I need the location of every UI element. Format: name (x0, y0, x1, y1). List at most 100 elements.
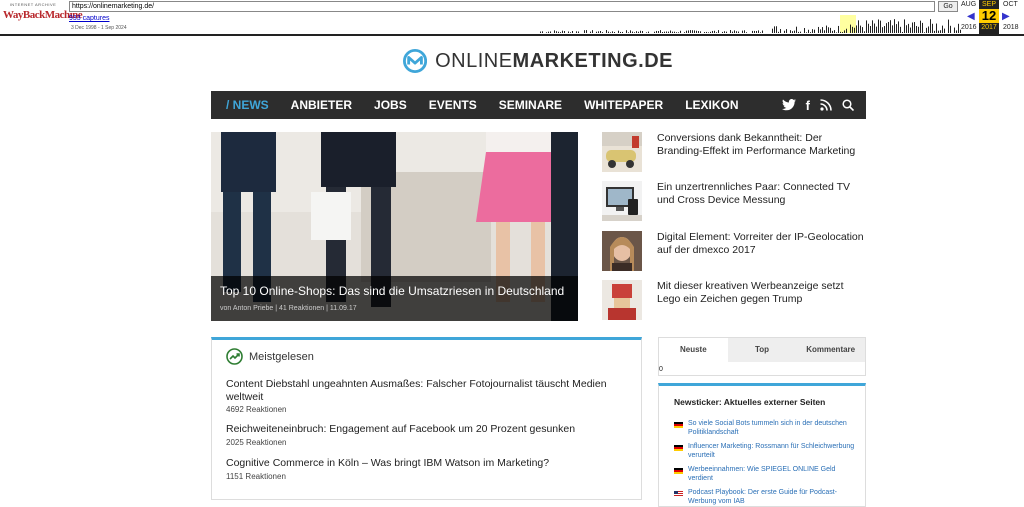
capture-bar (830, 27, 831, 33)
prev-year-label[interactable]: 2016 (961, 24, 977, 31)
capture-bar (798, 31, 799, 33)
tab-kommentare[interactable]: Kommentare (796, 338, 865, 362)
newsticker-link[interactable]: Werbeeinnahmen: Wie SPIEGEL ONLINE Geld … (688, 465, 859, 483)
hero-article[interactable]: Top 10 Online-Shops: Das sind die Umsatz… (211, 132, 578, 321)
nav-item-whitepaper[interactable]: WHITEPAPER (573, 91, 674, 119)
capture-bar (956, 30, 957, 33)
capture-bar (808, 29, 809, 33)
most-read-reactions: 4692 Reaktionen (226, 405, 287, 414)
nav-item-jobs[interactable]: JOBS (363, 91, 418, 119)
capture-bar (834, 30, 835, 33)
current-year: 2017 (981, 24, 997, 31)
capture-bar (550, 31, 551, 33)
prev-month-label[interactable]: AUG (961, 1, 976, 8)
capture-bar (910, 27, 911, 33)
newsticker-item[interactable]: So viele Social Bots tummeln sich in der… (674, 419, 859, 437)
side-article[interactable]: Ein unzertrennliches Paar: Connected TV … (602, 181, 866, 221)
newsticker-link[interactable]: So viele Social Bots tummeln sich in der… (688, 419, 859, 437)
most-read-title[interactable]: Cognitive Commerce in Köln – Was bringt … (226, 457, 631, 470)
capture-bar (608, 31, 609, 33)
prev-arrow-icon[interactable]: ◀ (967, 11, 975, 22)
capture-range: 3 Dec 1998 - 1 Sep 2024 (71, 25, 127, 31)
nav-item-lexikon[interactable]: LEXIKON (674, 91, 749, 119)
capture-bar (684, 32, 685, 33)
site-logo[interactable]: ONLINEMARKETING.DE (403, 44, 673, 78)
hero-title[interactable]: Top 10 Online-Shops: Das sind die Umsatz… (220, 284, 569, 299)
capture-bar (810, 32, 811, 33)
side-article-title[interactable]: Digital Element: Vorreiter der IP-Geoloc… (657, 231, 866, 271)
capture-bar (760, 32, 761, 33)
capture-bar (912, 22, 913, 33)
nav-item-news[interactable]: / NEWS (211, 91, 280, 119)
capture-sparkline[interactable] (540, 15, 962, 33)
tab-top[interactable]: Top (728, 338, 797, 362)
tab-neuste[interactable]: Neuste (659, 338, 728, 362)
capture-bar (776, 26, 777, 33)
capture-bar (774, 26, 775, 33)
next-arrow-icon[interactable]: ▶ (1002, 11, 1010, 22)
most-read-item[interactable]: Content Diebstahl ungeahnten Ausmaßes: F… (226, 378, 631, 414)
side-article-title[interactable]: Ein unzertrennliches Paar: Connected TV … (657, 181, 866, 221)
twitter-icon[interactable] (781, 99, 796, 111)
capture-bar (878, 19, 879, 33)
capture-bar (712, 30, 713, 33)
capture-bar (840, 31, 841, 33)
capture-bar (734, 30, 735, 33)
most-read-title[interactable]: Content Diebstahl ungeahnten Ausmaßes: F… (226, 378, 631, 403)
search-icon[interactable] (842, 99, 854, 111)
side-article-title[interactable]: Conversions dank Bekanntheit: Der Brandi… (657, 132, 866, 172)
nav-item-events[interactable]: EVENTS (418, 91, 488, 119)
side-article[interactable]: Conversions dank Bekanntheit: Der Brandi… (602, 132, 866, 172)
capture-bar (826, 25, 827, 33)
most-read-title[interactable]: Reichweiteneinbruch: Engagement auf Face… (226, 423, 631, 436)
capture-bar (752, 30, 753, 33)
nav-item-seminare[interactable]: SEMINARE (488, 91, 573, 119)
wayback-logo[interactable]: INTERNET ARCHIVE WayBackMachine (3, 2, 83, 30)
capture-bar (822, 27, 823, 33)
capture-bar (656, 30, 657, 33)
newsticker-item[interactable]: Influencer Marketing: Rossmann für Schle… (674, 442, 859, 460)
capture-bar (772, 28, 773, 33)
most-read-item[interactable]: Reichweiteneinbruch: Engagement auf Face… (226, 423, 631, 447)
capture-bar (602, 32, 603, 33)
most-read-item[interactable]: Cognitive Commerce in Köln – Was bringt … (226, 457, 631, 481)
capture-bar (824, 30, 825, 33)
tab-count: 0 (659, 366, 663, 373)
capture-bar (886, 23, 887, 33)
side-article-thumb (602, 280, 642, 320)
newsticker-item[interactable]: Werbeeinnahmen: Wie SPIEGEL ONLINE Geld … (674, 465, 859, 483)
side-article[interactable]: Digital Element: Vorreiter der IP-Geoloc… (602, 231, 866, 271)
facebook-icon[interactable]: f (806, 98, 810, 113)
newsticker-item[interactable]: Podcast Playbook: Der erste Guide für Po… (674, 488, 859, 506)
go-button[interactable]: Go (938, 1, 958, 12)
newsticker-link[interactable]: Podcast Playbook: Der erste Guide für Po… (688, 488, 859, 506)
nav-icons: f (781, 98, 866, 113)
capture-bar (842, 32, 843, 33)
german-flag-icon (674, 445, 683, 451)
capture-bar (570, 32, 571, 33)
most-read-reactions: 1151 Reaktionen (226, 471, 286, 481)
capture-bar (736, 31, 737, 33)
capture-bar (800, 31, 801, 33)
rss-icon[interactable] (820, 99, 832, 111)
next-month-label[interactable]: OCT (1003, 1, 1018, 8)
capture-bar (792, 31, 793, 33)
capture-bar (838, 25, 839, 33)
capture-bar (890, 20, 891, 33)
next-year-label[interactable]: 2018 (1003, 24, 1019, 31)
side-article-title[interactable]: Mit dieser kreativen Werbeanzeige setzt … (657, 280, 866, 320)
capture-bar (854, 27, 855, 33)
wayback-toolbar: INTERNET ARCHIVE WayBackMachine https://… (0, 0, 1024, 36)
captures-link[interactable]: 933 captures (69, 15, 109, 22)
capture-bar (852, 26, 853, 33)
url-input[interactable]: https://onlinemarketing.de/ (69, 1, 935, 12)
nav-item-anbieter[interactable]: ANBIETER (280, 91, 363, 119)
hero-meta: von Anton Priebe | 41 Reaktionen | 11.09… (220, 305, 357, 312)
capture-bar (876, 26, 877, 33)
side-article[interactable]: Mit dieser kreativen Werbeanzeige setzt … (602, 280, 866, 320)
capture-bar (948, 19, 949, 33)
capture-bar (920, 20, 921, 33)
newsticker-link[interactable]: Influencer Marketing: Rossmann für Schle… (688, 442, 859, 460)
capture-bar (586, 30, 587, 33)
capture-bar (742, 30, 743, 33)
